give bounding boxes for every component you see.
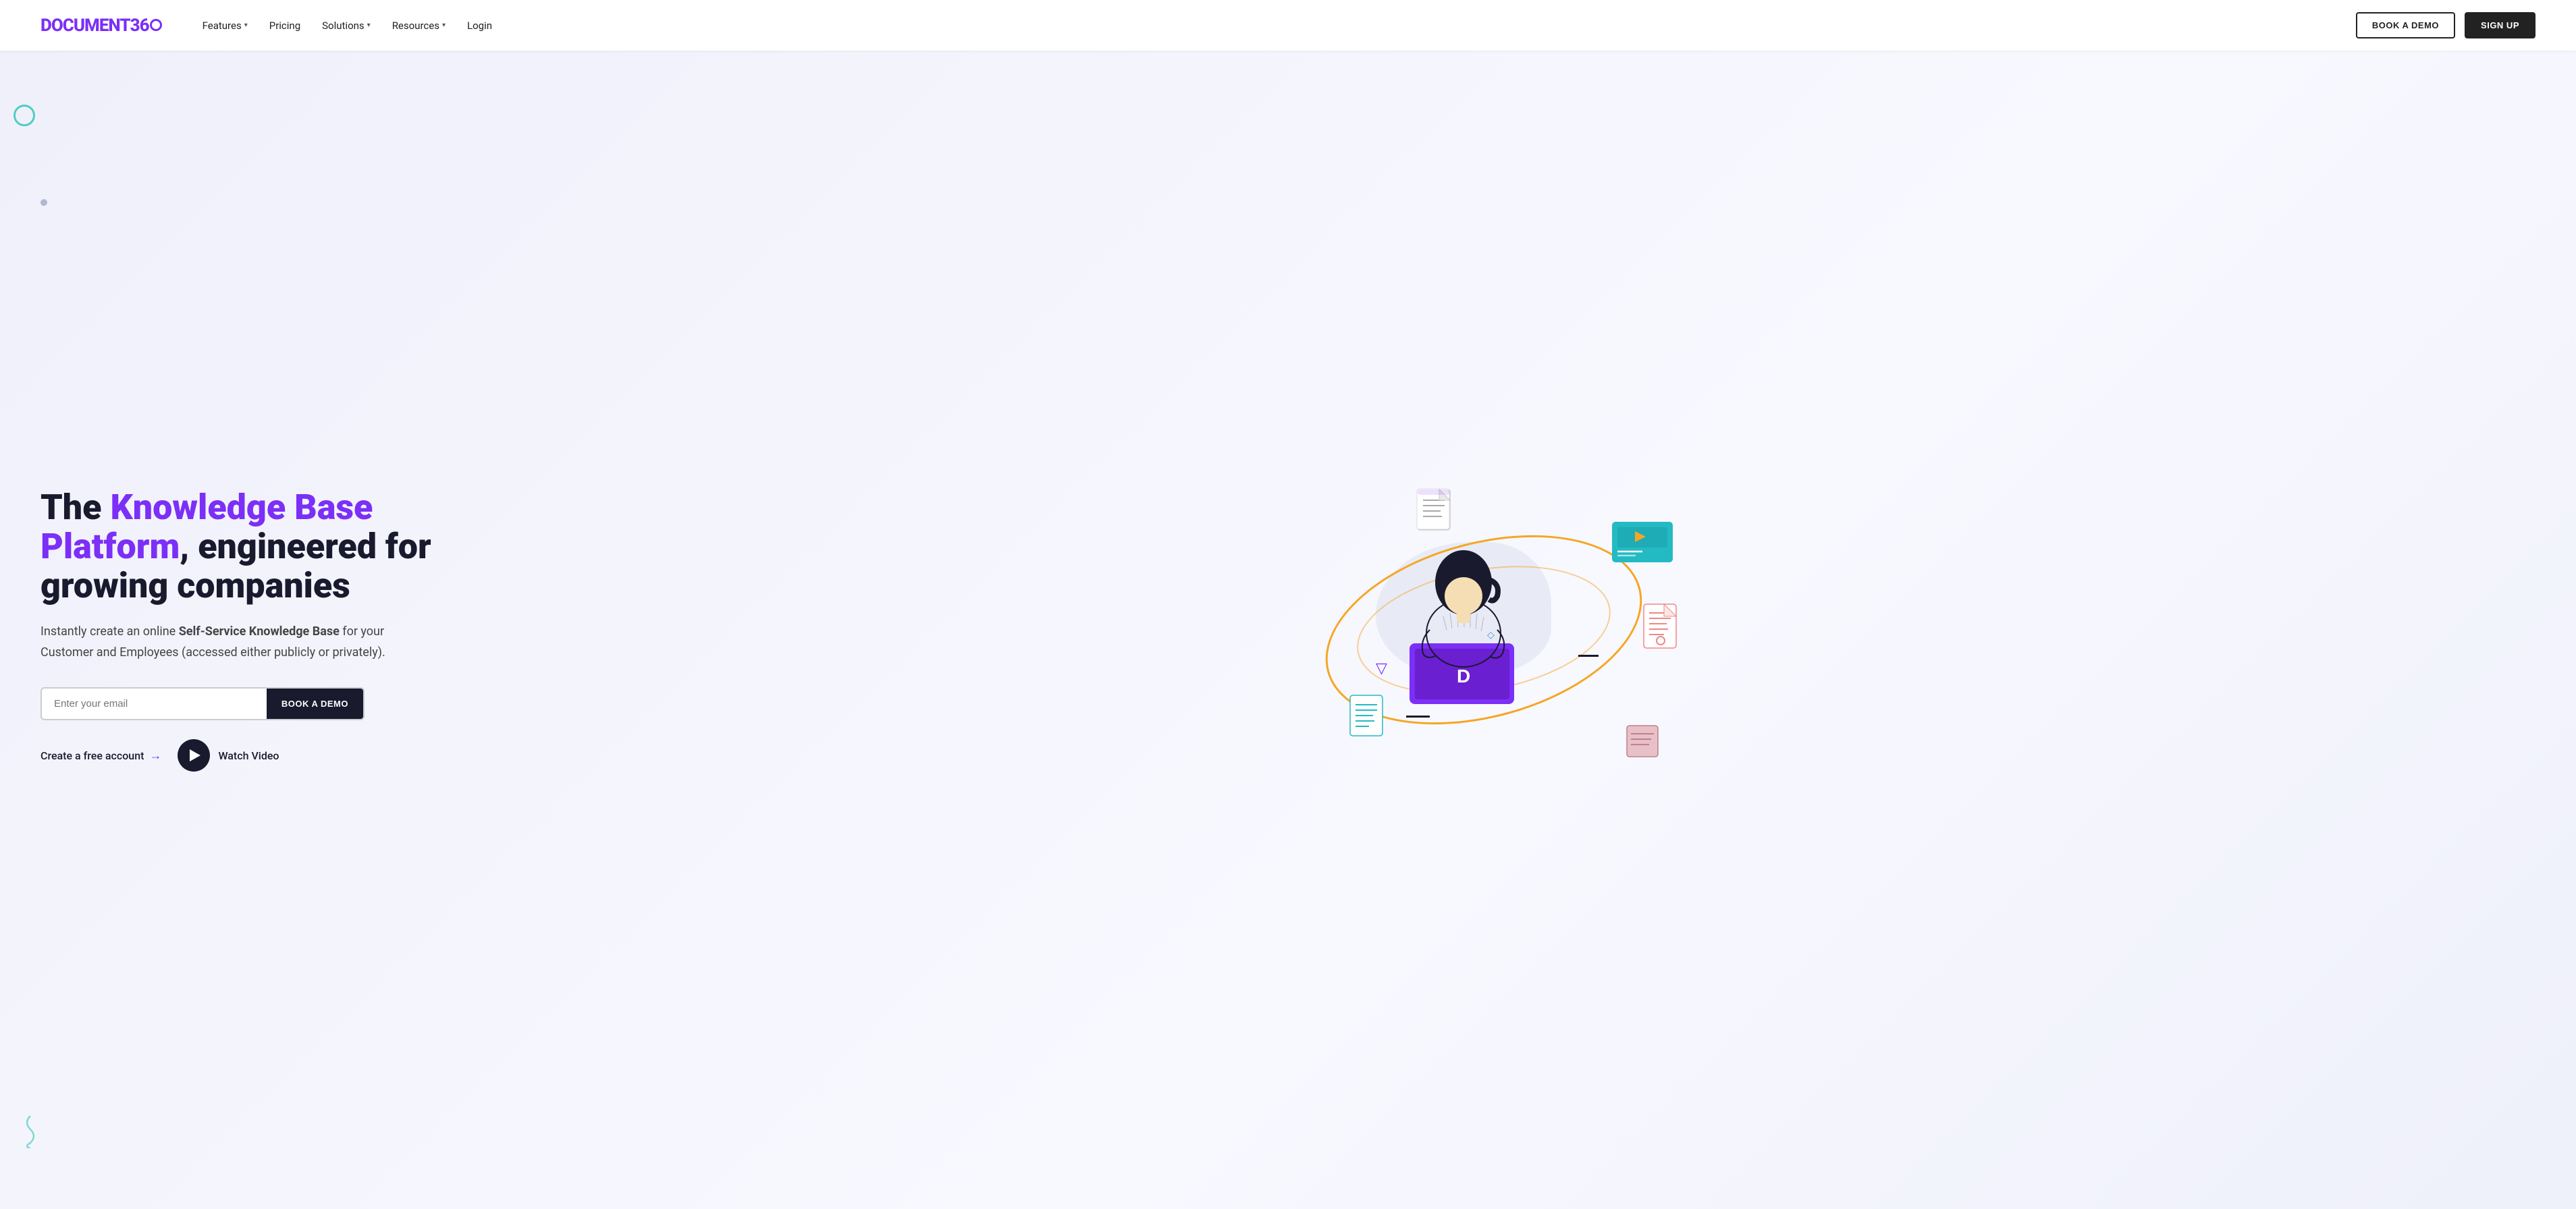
watch-video-group: Watch Video <box>178 739 279 772</box>
nav-pricing[interactable]: Pricing <box>269 20 300 32</box>
email-input[interactable] <box>42 689 267 719</box>
dot-decoration <box>41 199 47 206</box>
illustration-container: ▽ ◇ ✕ <box>1295 454 1686 805</box>
floating-video-thumbnail <box>1612 522 1666 559</box>
book-demo-inline-button[interactable]: BOOK A DEMO <box>267 689 363 719</box>
site-logo[interactable]: DOCUMENT36 <box>41 16 162 36</box>
email-form: BOOK A DEMO <box>41 687 365 720</box>
triangle-decoration: ▽ <box>1376 660 1387 677</box>
floating-document-2 <box>1642 603 1680 650</box>
chevron-down-icon: ▾ <box>367 22 371 29</box>
play-video-button[interactable] <box>178 739 210 772</box>
navbar: DOCUMENT36 Features ▾ Pricing Solutions … <box>0 0 2576 51</box>
hero-cta-row: Create a free account → Watch Video <box>41 739 446 772</box>
hero-description: Instantly create an online Self-Service … <box>41 622 392 663</box>
hero-section: The Knowledge Base Platform, engineered … <box>0 51 2576 1209</box>
floating-document-1 <box>1416 488 1453 532</box>
chevron-down-icon: ▾ <box>244 22 248 29</box>
floating-document-3 <box>1349 694 1386 738</box>
book-demo-nav-button[interactable]: BOOK A DEMO <box>2356 12 2455 38</box>
nav-resources[interactable]: Resources ▾ <box>392 20 446 32</box>
create-account-link[interactable]: Create a free account → <box>41 749 161 763</box>
hero-illustration: ▽ ◇ ✕ <box>446 454 2535 805</box>
play-icon <box>190 749 200 761</box>
svg-text:D: D <box>1457 666 1470 687</box>
dash-decoration-1 <box>1578 655 1599 657</box>
arrow-right-icon: → <box>149 749 161 763</box>
person-with-laptop: D <box>1389 535 1524 697</box>
hero-content: The Knowledge Base Platform, engineered … <box>41 488 446 772</box>
nav-solutions[interactable]: Solutions ▾ <box>322 20 371 32</box>
nav-features[interactable]: Features ▾ <box>203 20 248 32</box>
hero-title: The Knowledge Base Platform, engineered … <box>41 488 446 606</box>
watch-video-label: Watch Video <box>218 749 279 762</box>
nav-links: Features ▾ Pricing Solutions ▾ Resources… <box>203 20 2356 32</box>
dash-decoration-2 <box>1406 716 1430 718</box>
nav-login[interactable]: Login <box>467 20 492 32</box>
chevron-down-icon: ▾ <box>442 22 446 29</box>
signup-button[interactable]: SIGN UP <box>2465 12 2535 38</box>
floating-pink-square <box>1626 724 1659 758</box>
nav-actions: BOOK A DEMO SIGN UP <box>2356 12 2535 38</box>
teal-circle-decoration <box>14 105 35 126</box>
squiggle-decoration <box>20 1114 41 1155</box>
